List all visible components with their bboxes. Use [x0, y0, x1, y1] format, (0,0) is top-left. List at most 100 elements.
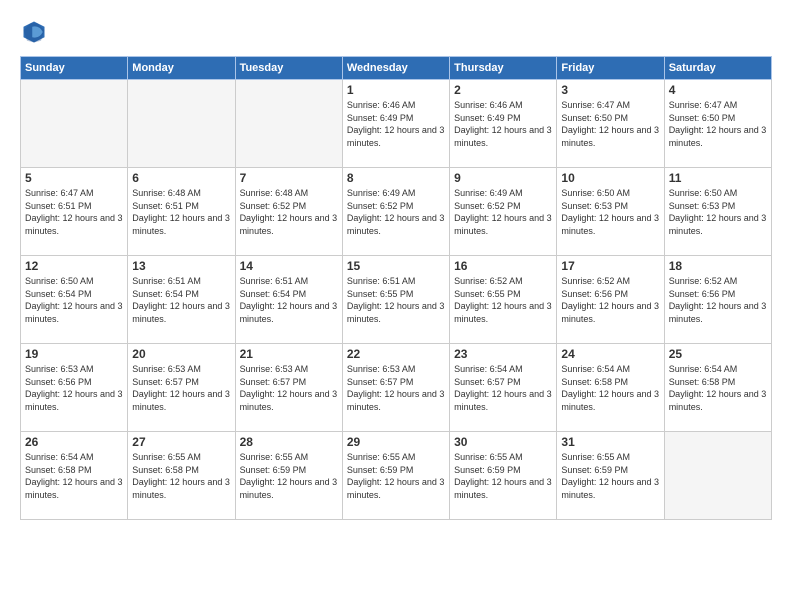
day-info: Sunrise: 6:55 AM Sunset: 6:59 PM Dayligh… — [454, 451, 552, 501]
calendar-cell: 15Sunrise: 6:51 AM Sunset: 6:55 PM Dayli… — [342, 256, 449, 344]
calendar-cell: 8 Sunrise: 6:49 AM Sunset: 6:52 PM Daylig… — [342, 168, 449, 256]
calendar-cell: 11 Sunrise: 6:50 AM Sunset: 6:53 PM Dayli… — [664, 168, 771, 256]
day-info: Sunrise: 6:46 AM Sunset: 6:49 PM Dayligh… — [347, 99, 445, 149]
calendar-cell: 26Sunrise: 6:54 AM Sunset: 6:58 PM Dayli… — [21, 432, 128, 520]
day-info: Sunrise: 6:48 AM Sunset: 6:51 PM Dayligh… — [132, 187, 230, 237]
day-info: Sunrise: 6:50 AM Sunset: 6:54 PM Dayligh… — [25, 275, 123, 325]
day-number: 6 — [132, 171, 230, 185]
day-number: 22 — [347, 347, 445, 361]
day-info: Sunrise: 6:51 AM Sunset: 6:55 PM Dayligh… — [347, 275, 445, 325]
day-number: 28 — [240, 435, 338, 449]
calendar-body: 1Sunrise: 6:46 AM Sunset: 6:49 PM Daylig… — [21, 80, 772, 520]
day-info: Sunrise: 6:48 AM Sunset: 6:52 PM Dayligh… — [240, 187, 338, 237]
calendar-cell: 31Sunrise: 6:55 AM Sunset: 6:59 PM Dayli… — [557, 432, 664, 520]
day-number: 16 — [454, 259, 552, 273]
calendar-cell: 9 Sunrise: 6:49 AM Sunset: 6:52 PM Daylig… — [450, 168, 557, 256]
calendar-cell: 2 Sunrise: 6:46 AM Sunset: 6:49 PM Daylig… — [450, 80, 557, 168]
day-header: Saturday — [664, 57, 771, 80]
day-number: 24 — [561, 347, 659, 361]
logo-icon — [20, 18, 48, 46]
calendar-cell: 1Sunrise: 6:46 AM Sunset: 6:49 PM Daylig… — [342, 80, 449, 168]
calendar-cell — [664, 432, 771, 520]
calendar-week-row: 1Sunrise: 6:46 AM Sunset: 6:49 PM Daylig… — [21, 80, 772, 168]
calendar-week-row: 26Sunrise: 6:54 AM Sunset: 6:58 PM Dayli… — [21, 432, 772, 520]
day-header: Tuesday — [235, 57, 342, 80]
day-info: Sunrise: 6:54 AM Sunset: 6:58 PM Dayligh… — [669, 363, 767, 413]
day-info: Sunrise: 6:53 AM Sunset: 6:57 PM Dayligh… — [132, 363, 230, 413]
day-info: Sunrise: 6:50 AM Sunset: 6:53 PM Dayligh… — [669, 187, 767, 237]
calendar-cell: 22 Sunrise: 6:53 AM Sunset: 6:57 PM Dayli… — [342, 344, 449, 432]
calendar-cell: 25 Sunrise: 6:54 AM Sunset: 6:58 PM Dayli… — [664, 344, 771, 432]
day-number: 20 — [132, 347, 230, 361]
day-info: Sunrise: 6:49 AM Sunset: 6:52 PM Dayligh… — [347, 187, 445, 237]
day-info: Sunrise: 6:54 AM Sunset: 6:58 PM Dayligh… — [25, 451, 123, 501]
day-number: 12 — [25, 259, 123, 273]
day-number: 29 — [347, 435, 445, 449]
header-row: SundayMondayTuesdayWednesdayThursdayFrid… — [21, 57, 772, 80]
day-number: 5 — [25, 171, 123, 185]
calendar-cell: 10 Sunrise: 6:50 AM Sunset: 6:53 PM Dayli… — [557, 168, 664, 256]
calendar-cell: 17 Sunrise: 6:52 AM Sunset: 6:56 PM Dayli… — [557, 256, 664, 344]
day-info: Sunrise: 6:52 AM Sunset: 6:56 PM Dayligh… — [561, 275, 659, 325]
day-info: Sunrise: 6:55 AM Sunset: 6:59 PM Dayligh… — [347, 451, 445, 501]
page: SundayMondayTuesdayWednesdayThursdayFrid… — [0, 0, 792, 612]
day-info: Sunrise: 6:50 AM Sunset: 6:53 PM Dayligh… — [561, 187, 659, 237]
day-number: 21 — [240, 347, 338, 361]
day-number: 25 — [669, 347, 767, 361]
day-header: Wednesday — [342, 57, 449, 80]
calendar-week-row: 12 Sunrise: 6:50 AM Sunset: 6:54 PM Dayli… — [21, 256, 772, 344]
day-header: Thursday — [450, 57, 557, 80]
calendar-cell: 12 Sunrise: 6:50 AM Sunset: 6:54 PM Dayli… — [21, 256, 128, 344]
calendar-cell: 18 Sunrise: 6:52 AM Sunset: 6:56 PM Dayli… — [664, 256, 771, 344]
calendar-cell: 19 Sunrise: 6:53 AM Sunset: 6:56 PM Dayli… — [21, 344, 128, 432]
day-info: Sunrise: 6:52 AM Sunset: 6:56 PM Dayligh… — [669, 275, 767, 325]
day-info: Sunrise: 6:54 AM Sunset: 6:57 PM Dayligh… — [454, 363, 552, 413]
day-info: Sunrise: 6:53 AM Sunset: 6:57 PM Dayligh… — [347, 363, 445, 413]
day-number: 30 — [454, 435, 552, 449]
day-number: 4 — [669, 83, 767, 97]
day-info: Sunrise: 6:54 AM Sunset: 6:58 PM Dayligh… — [561, 363, 659, 413]
calendar-cell: 14 Sunrise: 6:51 AM Sunset: 6:54 PM Dayli… — [235, 256, 342, 344]
day-info: Sunrise: 6:47 AM Sunset: 6:50 PM Dayligh… — [561, 99, 659, 149]
day-number: 10 — [561, 171, 659, 185]
calendar-cell: 28 Sunrise: 6:55 AM Sunset: 6:59 PM Dayli… — [235, 432, 342, 520]
day-info: Sunrise: 6:51 AM Sunset: 6:54 PM Dayligh… — [240, 275, 338, 325]
day-info: Sunrise: 6:51 AM Sunset: 6:54 PM Dayligh… — [132, 275, 230, 325]
day-number: 18 — [669, 259, 767, 273]
day-info: Sunrise: 6:52 AM Sunset: 6:55 PM Dayligh… — [454, 275, 552, 325]
calendar-cell: 27Sunrise: 6:55 AM Sunset: 6:58 PM Dayli… — [128, 432, 235, 520]
day-number: 19 — [25, 347, 123, 361]
calendar-cell: 30 Sunrise: 6:55 AM Sunset: 6:59 PM Dayli… — [450, 432, 557, 520]
day-number: 11 — [669, 171, 767, 185]
day-number: 7 — [240, 171, 338, 185]
day-info: Sunrise: 6:46 AM Sunset: 6:49 PM Dayligh… — [454, 99, 552, 149]
day-info: Sunrise: 6:55 AM Sunset: 6:58 PM Dayligh… — [132, 451, 230, 501]
calendar-cell: 23 Sunrise: 6:54 AM Sunset: 6:57 PM Dayli… — [450, 344, 557, 432]
calendar-cell: 16 Sunrise: 6:52 AM Sunset: 6:55 PM Dayli… — [450, 256, 557, 344]
header — [20, 18, 772, 46]
day-header: Sunday — [21, 57, 128, 80]
calendar-cell: 13Sunrise: 6:51 AM Sunset: 6:54 PM Dayli… — [128, 256, 235, 344]
day-info: Sunrise: 6:53 AM Sunset: 6:57 PM Dayligh… — [240, 363, 338, 413]
day-header: Monday — [128, 57, 235, 80]
day-number: 23 — [454, 347, 552, 361]
day-info: Sunrise: 6:53 AM Sunset: 6:56 PM Dayligh… — [25, 363, 123, 413]
calendar-cell: 29 Sunrise: 6:55 AM Sunset: 6:59 PM Dayli… — [342, 432, 449, 520]
day-number: 31 — [561, 435, 659, 449]
day-number: 14 — [240, 259, 338, 273]
day-info: Sunrise: 6:55 AM Sunset: 6:59 PM Dayligh… — [240, 451, 338, 501]
day-info: Sunrise: 6:49 AM Sunset: 6:52 PM Dayligh… — [454, 187, 552, 237]
day-number: 3 — [561, 83, 659, 97]
calendar-cell: 6 Sunrise: 6:48 AM Sunset: 6:51 PM Daylig… — [128, 168, 235, 256]
calendar-week-row: 5Sunrise: 6:47 AM Sunset: 6:51 PM Daylig… — [21, 168, 772, 256]
calendar-cell: 24 Sunrise: 6:54 AM Sunset: 6:58 PM Dayli… — [557, 344, 664, 432]
day-number: 2 — [454, 83, 552, 97]
calendar-cell — [235, 80, 342, 168]
day-number: 8 — [347, 171, 445, 185]
calendar-cell: 3 Sunrise: 6:47 AM Sunset: 6:50 PM Daylig… — [557, 80, 664, 168]
calendar-cell: 20 Sunrise: 6:53 AM Sunset: 6:57 PM Dayli… — [128, 344, 235, 432]
calendar-cell: 7 Sunrise: 6:48 AM Sunset: 6:52 PM Daylig… — [235, 168, 342, 256]
calendar-week-row: 19 Sunrise: 6:53 AM Sunset: 6:56 PM Dayli… — [21, 344, 772, 432]
day-number: 17 — [561, 259, 659, 273]
day-number: 9 — [454, 171, 552, 185]
